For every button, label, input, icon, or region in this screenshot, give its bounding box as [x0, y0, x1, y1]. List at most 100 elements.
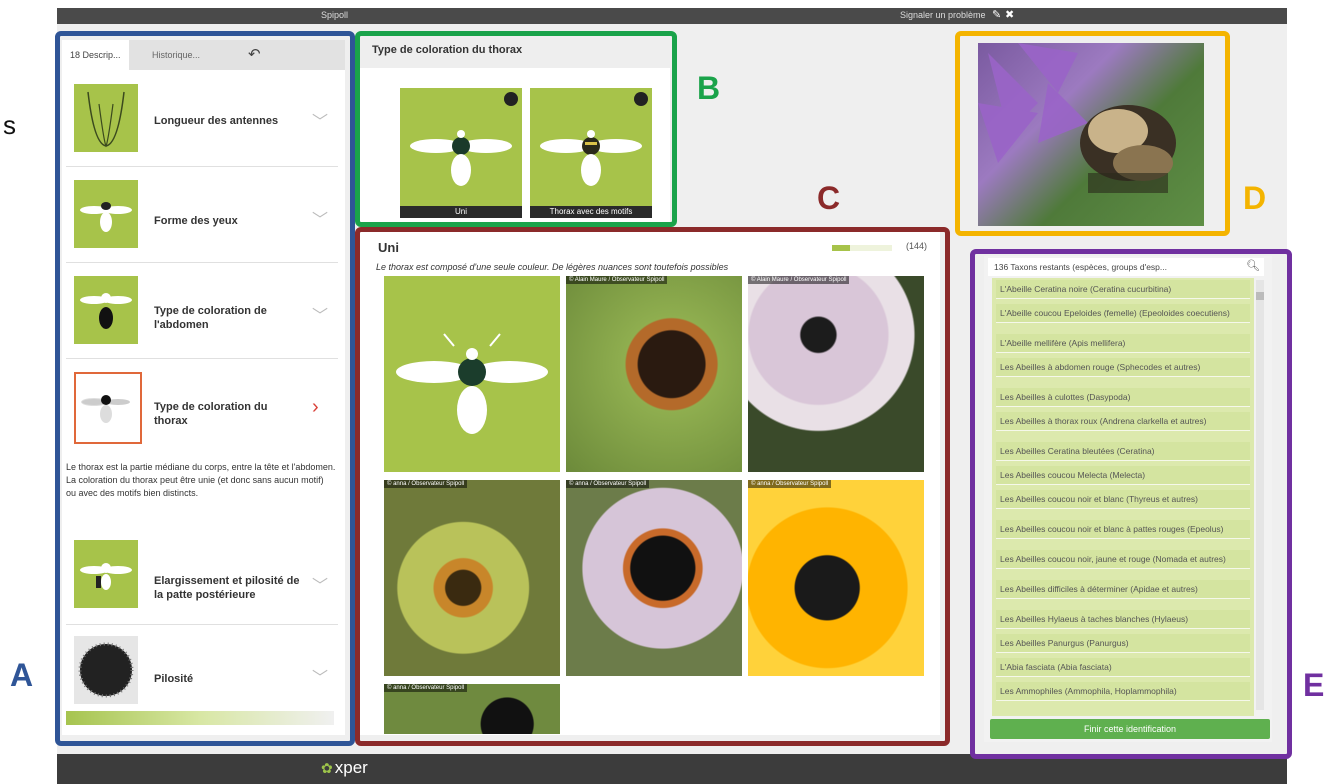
descriptor-item-antennae[interactable]: Longueur des antennes ﹀ [66, 74, 338, 167]
taxon-item[interactable]: Les Abeilles coucou Melecta (Melecta) [996, 466, 1250, 485]
hair-pattern-icon [78, 642, 134, 698]
taxon-item[interactable]: Les Abeilles coucou noir, jaune et rouge… [996, 550, 1250, 569]
bee-icon [81, 395, 130, 423]
descriptor-label: Type de coloration de l'abdomen [154, 305, 267, 331]
photo-caption: © anna / Observateur Spipoll [566, 480, 650, 488]
antennae-thumbnail [74, 84, 138, 152]
logo-text: xper [334, 758, 368, 777]
history-strip [66, 711, 334, 725]
photo-caption: © anna / Observateur Spipoll [384, 684, 468, 692]
taxa-list: L'Abeille Ceratina noire (Ceratina cucur… [992, 278, 1254, 716]
scrollbar-thumb[interactable] [1256, 292, 1264, 300]
margin-text: s [3, 110, 16, 140]
taxon-item[interactable]: Les Abeilles à abdomen rouge (Sphecodes … [996, 358, 1250, 377]
descriptor-label: Type de coloration du thorax [154, 401, 268, 427]
chevron-right-icon: › [312, 396, 319, 418]
photo-example[interactable]: © anna / Observateur Spipoll [748, 480, 924, 676]
antennae-icon [87, 91, 125, 148]
taxon-photo[interactable] [978, 43, 1204, 226]
taxon-item[interactable]: Les Abeilles Ceratina bleutées (Ceratina… [996, 442, 1250, 461]
taxon-item[interactable]: Les Abeilles coucou noir et blanc à patt… [996, 520, 1250, 539]
state-detail-panel: Uni (144) Le thorax est composé d'une se… [360, 230, 940, 735]
bee-motifs-icon [540, 130, 642, 186]
taxon-item[interactable]: Les Abeilles coucou noir et blanc (Thyre… [996, 490, 1250, 509]
state-progress-bar [832, 245, 892, 251]
bee-uni-icon [396, 333, 548, 434]
remaining-taxa-header: 136 Taxons restants (espèces, groups d'e… [988, 258, 1264, 276]
descriptor-item-eyes[interactable]: Forme des yeux ﹀ [66, 170, 338, 263]
photo-example[interactable]: © anna / Observateur Spipoll [566, 480, 742, 676]
photo-example[interactable]: © Alain Maure / Observateur Spipoll [748, 276, 924, 472]
bumblebee-photo-icon [978, 43, 1176, 193]
annotation-label-a: A [10, 657, 34, 693]
descriptor-item-hind-leg[interactable]: Elargissement et pilosité de la patte po… [66, 532, 338, 625]
descriptor-label: Forme des yeux [154, 215, 238, 227]
description-text: Le thorax est la partie médiane du corps… [66, 462, 336, 498]
descriptor-item-hairiness[interactable]: Pilosité ﹀ [66, 628, 338, 710]
descriptor-tabs: 18 Descrip... Historique... ↶ [62, 40, 345, 70]
finish-identification-button[interactable]: Finir cette identification [990, 719, 1270, 739]
state-caption: Uni [400, 206, 522, 218]
xper-logo: ✿ xper [321, 758, 368, 778]
annotation-label-d: D [1243, 180, 1267, 216]
abdomen-thumbnail [74, 276, 138, 344]
photo-caption: © Alain Maure / Observateur Spipoll [748, 276, 850, 284]
taxon-item[interactable]: L'Abia fasciata (Abia fasciata) [996, 658, 1250, 677]
undo-icon[interactable]: ↶ [248, 45, 261, 63]
taxa-scrollbar[interactable] [1256, 280, 1264, 710]
eyes-thumbnail [74, 180, 138, 248]
tab-history[interactable]: Historique... [144, 40, 208, 70]
descriptor-label: Longueur des antennes [154, 115, 279, 127]
app-title: Spipoll [321, 10, 349, 20]
taxon-item[interactable]: Les Abeilles à culottes (Dasypoda) [996, 388, 1250, 407]
annotation-label-e: E [1303, 667, 1325, 703]
taxon-item[interactable]: Les Abeilles à thorax roux (Andrena clar… [996, 412, 1250, 431]
wrench-icon[interactable]: ✎ [992, 8, 1001, 21]
bee-icon [80, 563, 132, 590]
descriptor-panel: 18 Descrip... Historique... ↶ Longueur d… [62, 40, 345, 735]
taxon-item[interactable]: Les Abeilles Hylaeus à taches blanches (… [996, 610, 1250, 629]
state-description: Le thorax est composé d'une seule couleu… [376, 262, 729, 272]
bee-uni-icon [410, 130, 512, 186]
taxon-item[interactable]: Les Abeilles difficiles à déterminer (Ap… [996, 580, 1250, 599]
taxa-panel: 136 Taxons restants (espèces, groups d'e… [984, 256, 1272, 742]
close-icon[interactable]: ✖ [1005, 8, 1014, 21]
chevron-down-icon: ﹀ [312, 578, 329, 595]
chevron-down-icon: ﹀ [312, 308, 329, 325]
annotation-label-b: B [697, 70, 721, 106]
photo-example[interactable]: © anna / Observateur Spipoll [384, 480, 560, 676]
tab-descriptors[interactable]: 18 Descrip... [62, 40, 129, 70]
descriptor-item-abdomen[interactable]: Type de coloration de l'abdomen ﹀ [66, 266, 338, 359]
descriptor-item-thorax[interactable]: Type de coloration du thorax › [66, 362, 338, 530]
state-card-uni[interactable]: Uni [400, 88, 522, 218]
state-chooser-title: Type de coloration du thorax [372, 44, 523, 56]
descriptor-label: Pilosité [154, 673, 194, 685]
footer-bar: ✿ xper [57, 754, 1287, 784]
thorax-thumbnail [74, 372, 142, 444]
state-chooser-panel: Type de coloration du thorax Uni Thorax … [360, 38, 670, 223]
report-problem-link[interactable]: Signaler un problème [900, 10, 986, 20]
photo-caption: © Alain Maure / Observateur Spipoll [566, 276, 668, 284]
taxon-item[interactable]: L'Abeille Ceratina noire (Ceratina cucur… [996, 280, 1250, 299]
bee-icon [80, 202, 132, 232]
state-caption: Thorax avec des motifs [530, 206, 652, 218]
photo-example[interactable]: © Alain Maure / Observateur Spipoll [566, 276, 742, 472]
info-dot-icon[interactable] [504, 92, 518, 106]
taxon-item[interactable]: Les Ammophiles (Ammophila, Hoplammophila… [996, 682, 1250, 701]
state-illustration[interactable] [384, 276, 560, 472]
info-dot-icon[interactable] [634, 92, 648, 106]
chevron-down-icon: ﹀ [312, 670, 329, 687]
taxon-item[interactable]: L'Abeille mellifère (Apis mellifera) [996, 334, 1250, 353]
search-icon[interactable]: 🔍︎ [1246, 259, 1260, 272]
photo-caption: © anna / Observateur Spipoll [748, 480, 832, 488]
state-card-motifs[interactable]: Thorax avec des motifs [530, 88, 652, 218]
taxon-item[interactable]: L'Abeille coucou Epeloides (femelle) (Ep… [996, 304, 1250, 323]
photo-caption: © anna / Observateur Spipoll [384, 480, 468, 488]
photo-example[interactable]: © anna / Observateur Spipoll [384, 684, 560, 734]
taxon-item[interactable]: Les Abeilles Panurgus (Panurgus) [996, 634, 1250, 653]
state-count: (144) [906, 241, 928, 251]
chevron-down-icon: ﹀ [312, 114, 329, 131]
hairiness-thumbnail [74, 636, 138, 704]
annotation-label-c: C [817, 180, 841, 216]
hind-leg-thumbnail [74, 540, 138, 608]
